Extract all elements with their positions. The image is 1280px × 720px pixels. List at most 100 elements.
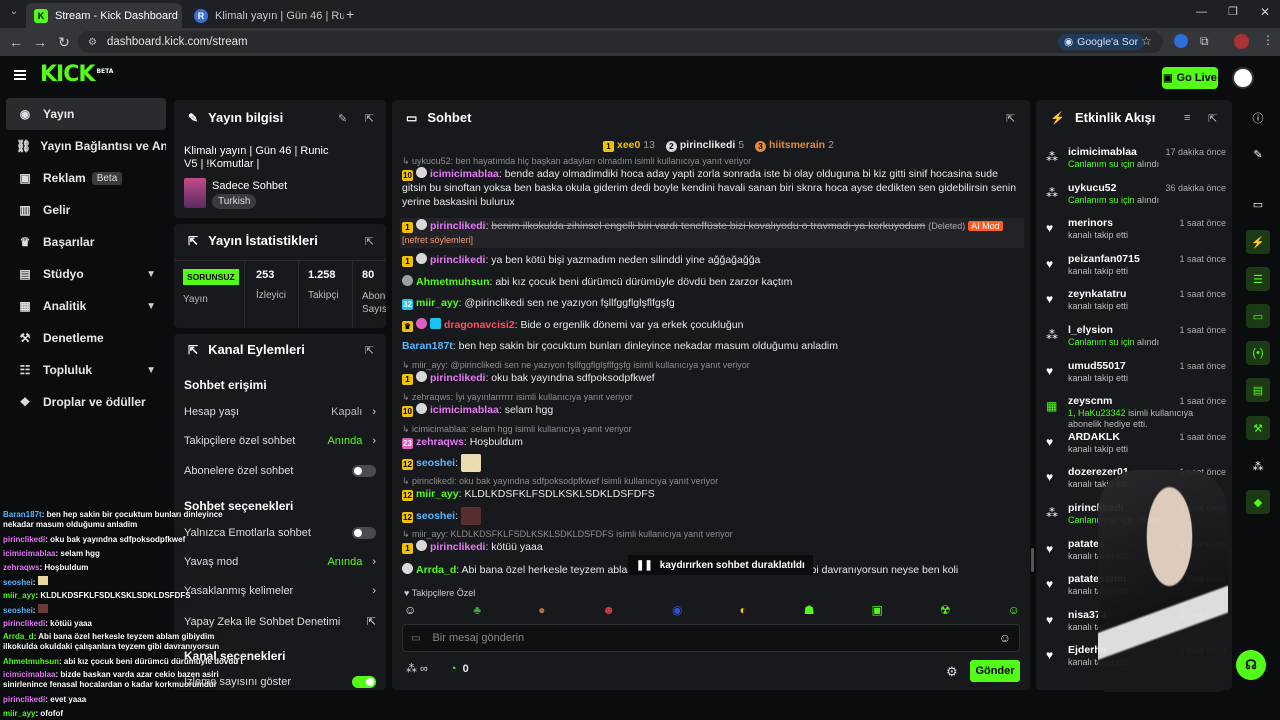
broadcast-icon[interactable]: (•) <box>1246 341 1270 365</box>
activity-item[interactable]: ♥ peizanfan0715 1 saat önce kanalı takip et… <box>1046 253 1226 289</box>
list-icon[interactable]: ☰ <box>1246 267 1270 291</box>
lightning-icon[interactable]: ⚡ <box>1246 230 1270 254</box>
popout-icon[interactable]: ⇱ <box>1208 112 1217 125</box>
emote-bear-icon[interactable]: ● <box>538 603 545 619</box>
forward-icon[interactable]: → <box>28 34 52 50</box>
emote-ghost-icon[interactable]: ☗ <box>804 603 815 619</box>
chat-scrollbar[interactable] <box>1031 548 1034 572</box>
user-avatar[interactable] <box>1232 67 1254 89</box>
sidebar-item-analitik[interactable]: ▦ Analitik ▼ <box>6 291 166 321</box>
chat-input[interactable]: ▭ Bir mesaj gönderin ☺ <box>402 624 1020 652</box>
channel-points-icon[interactable]: ◔ <box>450 663 457 675</box>
activity-username[interactable]: umud55017 <box>1068 360 1126 372</box>
sidebar-item-reklam[interactable]: ▣ Reklam Beta <box>6 163 166 193</box>
hamburger-menu-icon[interactable] <box>14 70 26 80</box>
emote-duck-icon[interactable]: ☺ <box>404 603 416 619</box>
minimize-icon[interactable]: — <box>1196 6 1207 18</box>
chat-username[interactable]: miir_ayy <box>416 297 459 309</box>
activity-item[interactable]: ▦ zeyscnm 1 saat önce 1, HaKu23342 isimli k… <box>1046 395 1226 431</box>
activity-username[interactable]: peizanfan0715 <box>1068 253 1140 265</box>
sidebar-item-basarilar[interactable]: ♛ Başarılar <box>6 227 166 257</box>
chat-username[interactable]: pirinclikedi <box>430 254 485 266</box>
wrench-icon[interactable]: ⚒ <box>1246 416 1270 440</box>
layout-icon[interactable]: ▭ <box>1246 192 1270 216</box>
chat-username[interactable]: pirinclikedi <box>430 541 485 553</box>
site-info-icon[interactable]: ⚙ <box>88 37 97 48</box>
go-live-button[interactable]: ▣ Go Live <box>1162 67 1218 89</box>
address-bar[interactable]: ⚙ dashboard.kick.com/stream ◉ Google'a So… <box>78 31 1163 53</box>
activity-item[interactable]: ♥ ARDAKLK 1 saat önce kanalı takip etti <box>1046 431 1226 467</box>
browser-menu-icon[interactable]: ⋮ <box>1262 33 1274 47</box>
chat-message[interactable]: ↳ icimicimablaa: selam hgg isimli kullan… <box>402 424 1022 449</box>
emote-banana-icon[interactable]: ◐ <box>740 603 747 619</box>
sidebar-item-droplar[interactable]: ❖ Droplar ve ödüller <box>6 387 166 417</box>
chat-message-deleted[interactable]: 1 pirinclikedi: benim ilkokulda zihinsel … <box>400 218 1024 248</box>
activity-username[interactable]: zeynkatatru <box>1068 288 1126 300</box>
close-tab-icon[interactable]: ✕ <box>178 9 182 22</box>
emote-box-icon[interactable]: ▣ <box>872 603 883 619</box>
emote-smile-icon[interactable]: ☺ <box>1008 603 1020 619</box>
chat-username[interactable]: seoshei <box>416 510 455 522</box>
activity-username[interactable]: ARDAKLK <box>1068 431 1120 443</box>
emoji-picker-icon[interactable]: ☺ <box>999 631 1011 645</box>
activity-item[interactable]: ♥ merinors 1 saat önce kanalı takip etti <box>1046 217 1226 253</box>
sidebar-item-yayin[interactable]: ◉ Yayın <box>6 98 166 130</box>
viewer-count-toggle[interactable] <box>352 676 376 688</box>
back-icon[interactable]: ← <box>4 34 28 50</box>
tab-kick-dashboard[interactable]: K Stream - Kick Dashboard ✕ <box>26 3 182 28</box>
chat-message[interactable]: Ahmetmuhsun: abi kız çocuk beni dürümcü … <box>402 275 1022 289</box>
popout-icon[interactable]: ⇱ <box>365 344 374 357</box>
profile-avatar[interactable] <box>1234 34 1249 49</box>
activity-item[interactable]: ♥ zeynkatatru 1 saat önce kanalı takip etti <box>1046 288 1226 324</box>
chat-username[interactable]: pirinclikedi <box>430 220 485 232</box>
activity-item[interactable]: ⁂ l_elysion 1 saat önce Canlanım su için al… <box>1046 324 1226 360</box>
account-age-row[interactable]: Hesap yaşı Kapalı › <box>184 406 376 418</box>
edit-icon[interactable]: ✎ <box>1246 142 1270 166</box>
chat-message[interactable]: ♛ dragonavcisi2: Bide o ergenlik dönemi v… <box>402 318 1022 332</box>
sidebar-item-topluluk[interactable]: ☷ Topluluk ▼ <box>6 355 166 385</box>
sidebar-item-gelir[interactable]: ▥ Gelir <box>6 195 166 225</box>
info-icon[interactable]: ⓘ <box>1246 106 1270 130</box>
popout-icon[interactable]: ⇱ <box>365 235 374 248</box>
chat-icon[interactable]: ▭ <box>1246 304 1270 328</box>
new-tab-icon[interactable]: + <box>346 6 354 22</box>
emote-face-icon[interactable]: ☻ <box>602 603 615 619</box>
chat-message[interactable]: 12 seoshei: <box>402 507 1022 525</box>
chat-username[interactable]: zehraqws <box>416 436 464 448</box>
chat-settings-gear-icon[interactable]: ⚙ <box>946 664 958 680</box>
chat-username[interactable]: Ahmetmuhsun <box>416 276 490 288</box>
followers-only-row[interactable]: Takipçilere özel sohbet Anında › <box>184 435 376 447</box>
sidebar-item-studyo[interactable]: ▤ Stüdyo ▼ <box>6 259 166 289</box>
chat-username[interactable]: icimicimablaa <box>430 404 499 416</box>
chat-username[interactable]: Arrda_d <box>416 564 456 576</box>
chat-username[interactable]: seoshei <box>416 457 455 469</box>
chat-message[interactable]: 32 miir_ayy: @pirinclikedi sen ne yazıyon… <box>402 296 1022 310</box>
close-window-icon[interactable]: ✕ <box>1260 5 1270 19</box>
sidebar-item-stream-key[interactable]: ⛓ Yayın Bağlantısı ve Anahtar <box>6 131 166 161</box>
chat-message[interactable]: ↳ pirinclikedi: oku bak yayındna sdfpoks… <box>402 476 1022 501</box>
emote-tree-icon[interactable]: ♣ <box>473 603 481 619</box>
activity-username[interactable]: icimicimablaa <box>1068 146 1137 158</box>
chat-username[interactable]: Baran187t <box>402 340 453 352</box>
send-button[interactable]: Gönder <box>970 660 1020 682</box>
restore-icon[interactable]: ❐ <box>1228 5 1238 18</box>
chat-message[interactable]: ↳ miir_ayy: KLDLKDSFKLFSDLKSKLSDKLDSFDFS… <box>402 529 1022 554</box>
kick-logo[interactable]: KICK BETA <box>40 62 113 87</box>
subs-only-toggle[interactable] <box>352 465 376 477</box>
badges-icon[interactable]: ⁂ ∞ <box>406 662 428 675</box>
emote-blue-icon[interactable]: ◉ <box>672 603 682 619</box>
activity-item[interactable]: ⁂ uykucu52 36 dakika önce Canlanım su için … <box>1046 182 1226 218</box>
chat-username[interactable]: dragonavcisi2 <box>444 319 515 331</box>
chat-message[interactable]: ↳ miir_ayy: @pirinclikedi sen ne yazıyon… <box>402 360 1022 385</box>
chat-message[interactable]: ↳ uykucu52: ben hayatımda hiç başkan ada… <box>402 156 1022 209</box>
emote-alien-icon[interactable]: ☢ <box>940 603 951 619</box>
drops-icon[interactable]: ⁂ <box>1246 454 1270 478</box>
support-headset-icon[interactable]: ☊ <box>1236 650 1266 680</box>
extensions-puzzle-icon[interactable]: ⧉ <box>1200 34 1209 49</box>
activity-username[interactable]: l_elysion <box>1068 324 1113 336</box>
stats-icon[interactable]: ▤ <box>1246 378 1270 402</box>
chat-message[interactable]: 1 pirinclikedi: ya ben kötü bişi yazmadım… <box>402 253 1022 267</box>
filter-icon[interactable]: ≡ <box>1184 112 1190 124</box>
sidebar-item-denetleme[interactable]: ⚒ Denetleme <box>6 323 166 353</box>
activity-username[interactable]: merinors <box>1068 217 1113 229</box>
